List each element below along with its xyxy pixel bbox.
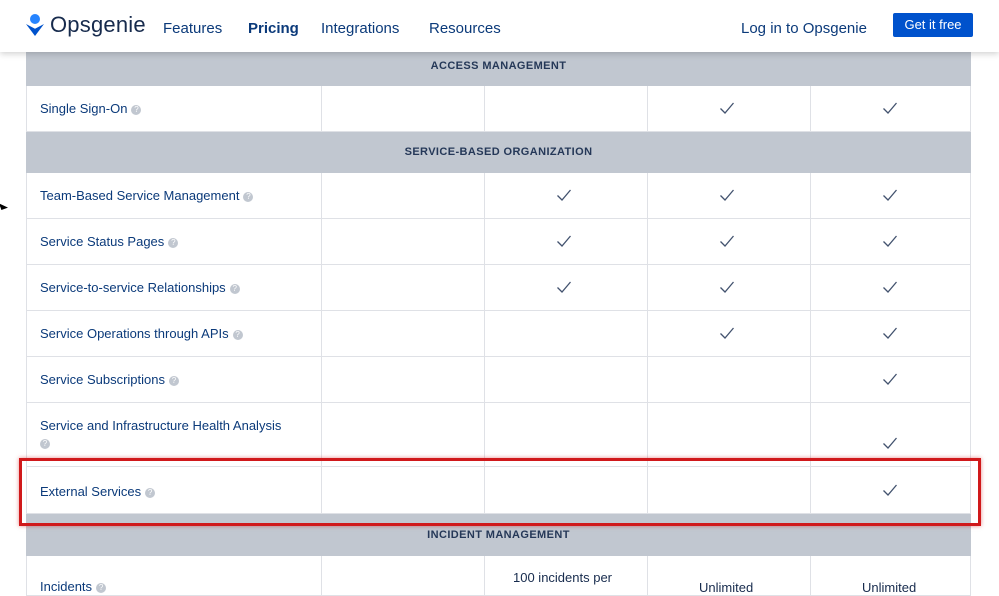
- feature-label[interactable]: Team-Based Service Management?: [40, 188, 254, 203]
- table-cell: [484, 265, 485, 310]
- help-icon[interactable]: ?: [168, 237, 179, 248]
- feature-label-text[interactable]: Service-to-service Relationships: [40, 280, 226, 295]
- table-cell: [810, 265, 811, 310]
- feature-label[interactable]: Service and Infrastructure Health Analys…: [40, 418, 310, 449]
- logo-text: Opsgenie: [50, 12, 146, 37]
- table-cell: [321, 219, 322, 264]
- table-cell: [321, 173, 322, 218]
- table-cell: [810, 311, 811, 356]
- feature-label[interactable]: Service Subscriptions?: [40, 372, 179, 387]
- top-nav: Opsgenie Features Pricing Integrations R…: [0, 0, 999, 52]
- check-icon: [882, 187, 898, 203]
- table-cell: [321, 265, 322, 310]
- help-icon[interactable]: ?: [40, 439, 50, 449]
- feature-label-text[interactable]: Service Operations through APIs: [40, 326, 229, 341]
- check-icon: [882, 233, 898, 249]
- table-cell: [321, 556, 322, 595]
- mouse-cursor-icon: [0, 201, 8, 210]
- feature-label[interactable]: Service-to-service Relationships?: [40, 280, 240, 295]
- check-icon: [719, 233, 735, 249]
- table-cell: [810, 173, 811, 218]
- table-cell: [647, 357, 648, 402]
- incidents-essentials-value: 100 incidents per: [513, 570, 613, 585]
- table-cell: [484, 403, 485, 466]
- table-cell: [647, 403, 648, 466]
- nav-link-features[interactable]: Features: [163, 20, 222, 37]
- opsgenie-logo-icon: [26, 14, 44, 36]
- table-cell: [810, 556, 811, 595]
- incidents-standard-value: Unlimited: [699, 580, 754, 595]
- highlight-box: [19, 458, 981, 526]
- opsgenie-logo[interactable]: Opsgenie: [26, 12, 146, 38]
- table-row: Incidents? 100 incidents per Unlimited Unli…: [26, 556, 971, 596]
- table-cell: [647, 311, 648, 356]
- table-cell: [321, 311, 322, 356]
- section-header-access-management: ACCESS MANAGEMENT: [26, 52, 971, 86]
- check-icon: [719, 279, 735, 295]
- feature-label-text[interactable]: Service and Infrastructure Health Analys…: [40, 418, 281, 433]
- table-row: Single Sign-On?: [26, 86, 971, 132]
- table-cell: [484, 357, 485, 402]
- nav-link-integrations[interactable]: Integrations: [321, 20, 399, 37]
- check-icon: [719, 325, 735, 341]
- check-icon: [556, 233, 572, 249]
- table-cell: [647, 86, 648, 131]
- check-icon: [882, 371, 898, 387]
- check-icon: [719, 100, 735, 116]
- incidents-enterprise-value: Unlimited: [862, 580, 917, 595]
- help-icon[interactable]: ?: [243, 191, 254, 202]
- nav-link-pricing[interactable]: Pricing: [248, 20, 299, 37]
- feature-label[interactable]: Service Status Pages?: [40, 234, 179, 249]
- check-icon: [556, 187, 572, 203]
- table-cell: [647, 173, 648, 218]
- help-icon[interactable]: ?: [232, 329, 243, 340]
- check-icon: [882, 435, 898, 451]
- feature-label-text[interactable]: Service Subscriptions: [40, 372, 165, 387]
- feature-label[interactable]: Service Operations through APIs?: [40, 326, 243, 341]
- help-icon[interactable]: ?: [96, 582, 107, 593]
- help-icon[interactable]: ?: [229, 283, 240, 294]
- table-cell: [321, 403, 322, 466]
- help-icon[interactable]: ?: [169, 375, 179, 386]
- feature-label-text[interactable]: Service Status Pages: [40, 234, 164, 249]
- feature-label-text[interactable]: Single Sign-On: [40, 101, 127, 116]
- check-icon: [882, 100, 898, 116]
- table-cell: [484, 86, 485, 131]
- table-cell: [810, 219, 811, 264]
- table-row: Service Operations through APIs?: [26, 311, 971, 357]
- table-cell: [810, 403, 811, 466]
- feature-label[interactable]: Single Sign-On?: [40, 101, 142, 116]
- check-icon: [556, 279, 572, 295]
- table-row: Service Status Pages?: [26, 219, 971, 265]
- check-icon: [882, 325, 898, 341]
- table-row: Service-to-service Relationships?: [26, 265, 971, 311]
- table-cell: [484, 311, 485, 356]
- feature-label-text[interactable]: Team-Based Service Management: [40, 188, 239, 203]
- help-icon[interactable]: ?: [131, 104, 142, 115]
- nav-link-resources[interactable]: Resources: [429, 20, 501, 37]
- section-header-service-based-organization: SERVICE-BASED ORGANIZATION: [26, 132, 971, 173]
- table-cell: [321, 86, 322, 131]
- table-row: Service Subscriptions?: [26, 357, 971, 403]
- check-icon: [719, 187, 735, 203]
- table-cell: [647, 219, 648, 264]
- table-cell: [647, 265, 648, 310]
- login-link[interactable]: Log in to Opsgenie: [741, 20, 867, 37]
- table-cell: [321, 357, 322, 402]
- table-cell: [484, 173, 485, 218]
- table-cell: [484, 219, 485, 264]
- table-row: Team-Based Service Management?: [26, 173, 971, 219]
- table-cell: [647, 556, 648, 595]
- table-cell: [810, 357, 811, 402]
- table-cell: [810, 86, 811, 131]
- table-cell: [484, 556, 485, 595]
- get-it-free-button[interactable]: Get it free: [893, 13, 973, 37]
- check-icon: [882, 279, 898, 295]
